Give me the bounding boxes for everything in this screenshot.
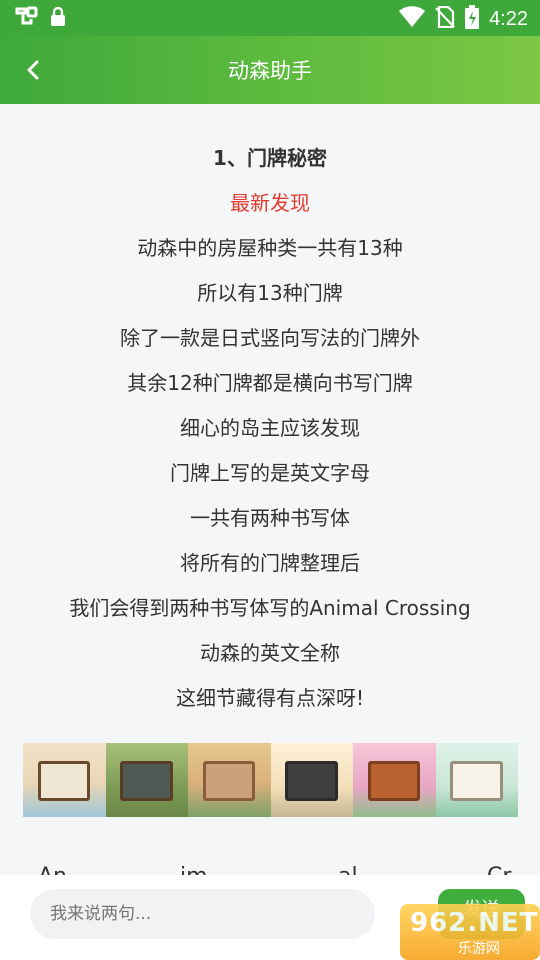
article-line: 其余12种门牌都是横向书写门牌 bbox=[127, 371, 413, 395]
status-bar: 4:22 bbox=[0, 0, 540, 36]
app-bar: 动森助手 bbox=[0, 36, 540, 104]
nameplate-tile bbox=[188, 743, 271, 817]
comment-input[interactable] bbox=[30, 889, 375, 939]
wifi-icon bbox=[399, 6, 426, 32]
site-watermark: 962.NET 乐游网 bbox=[400, 904, 540, 960]
nameplate-tile bbox=[270, 743, 353, 817]
article-line: 门牌上写的是英文字母 bbox=[170, 461, 370, 485]
article-line: 我们会得到两种书写体写的Animal Crossing bbox=[69, 596, 471, 620]
nameplate-collage-image bbox=[23, 743, 518, 817]
app-bug-icon bbox=[14, 5, 40, 33]
watermark-text: 962.NET bbox=[410, 908, 539, 938]
article-line: 动森中的房屋种类一共有13种 bbox=[137, 236, 403, 260]
page-title: 动森助手 bbox=[228, 59, 312, 83]
lock-icon bbox=[50, 6, 66, 31]
battery-charging-icon bbox=[465, 5, 480, 33]
status-time: 4:22 bbox=[489, 7, 528, 30]
nameplate-tile bbox=[23, 743, 106, 817]
sim-off-icon bbox=[435, 5, 455, 32]
article-line: 这细节藏得有点深呀! bbox=[175, 686, 365, 710]
article-line: 一共有两种书写体 bbox=[190, 506, 350, 530]
article-line: 细心的岛主应该发现 bbox=[180, 416, 360, 440]
article-line: 除了一款是日式竖向写法的门牌外 bbox=[120, 326, 420, 350]
article-line: 将所有的门牌整理后 bbox=[180, 551, 360, 575]
article-heading: 1、门牌秘密 bbox=[213, 146, 327, 170]
nameplate-tile bbox=[105, 743, 188, 817]
nameplate-tile bbox=[353, 743, 436, 817]
nameplate-tile bbox=[435, 743, 518, 817]
article-highlight: 最新发现 bbox=[230, 191, 310, 215]
article-line: 所以有13种门牌 bbox=[197, 281, 343, 305]
watermark-subtext: 乐游网 bbox=[458, 941, 500, 957]
article-line: 动森的英文全称 bbox=[200, 641, 340, 665]
